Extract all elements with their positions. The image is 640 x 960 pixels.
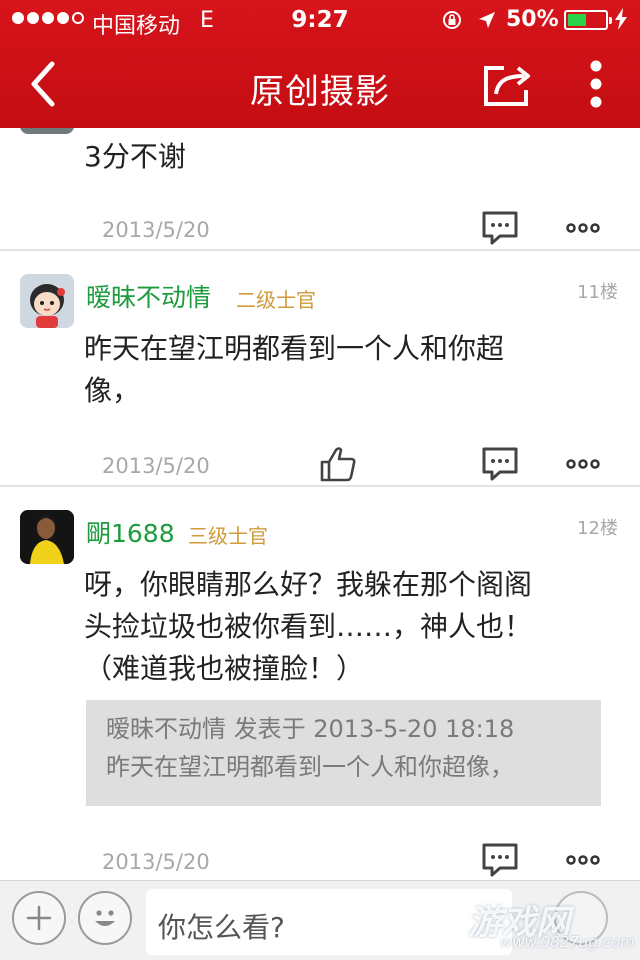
battery-icon xyxy=(564,10,612,30)
more-options-icon[interactable] xyxy=(578,54,614,114)
more-actions-icon[interactable] xyxy=(564,840,604,880)
comment-line: 像， xyxy=(84,374,141,407)
divider xyxy=(0,485,640,487)
comment-line: 头捡垃圾也被你看到……，神人也！ xyxy=(84,610,533,643)
battery-percent: 50% xyxy=(506,7,559,32)
divider xyxy=(0,249,640,251)
username[interactable]: 朙1688 xyxy=(86,514,175,550)
emoji-button[interactable] xyxy=(78,891,132,945)
quote-header: 暧昧不动情 发表于 2013-5-20 18:18 xyxy=(106,715,515,743)
plus-icon xyxy=(26,905,52,931)
floor-number: 12楼 xyxy=(577,518,618,539)
share-icon[interactable] xyxy=(480,58,536,110)
more-actions-icon[interactable] xyxy=(564,208,604,248)
charging-bolt-icon xyxy=(615,8,627,30)
comment-text: 呀，你眼睛那么好？我躲在那个阁阁 头捡垃圾也被你看到……，神人也！ （难道我也被… xyxy=(84,564,532,690)
reply-comment-icon[interactable] xyxy=(480,840,520,880)
username[interactable]: 暧昧不动情 xyxy=(86,278,211,314)
comment-line: 昨天在望江明都看到一个人和你超 xyxy=(84,332,505,365)
comment-date: 2013/5/20 xyxy=(102,850,210,874)
quote-text: 昨天在望江明都看到一个人和你超像， xyxy=(106,753,514,781)
comment-feed[interactable]: 3分不谢 2013/5/20 暧昧不动情 二级士官 11楼 昨天在望江明都看到一… xyxy=(0,128,640,880)
like-thumbs-up-icon[interactable] xyxy=(318,444,358,484)
avatar[interactable] xyxy=(20,128,74,134)
comment-input[interactable]: 你怎么看? xyxy=(146,889,512,955)
page-title: 原创摄影 xyxy=(250,72,390,112)
cartoon-avatar-icon xyxy=(20,274,74,328)
watermark-url: www.0827ug.com xyxy=(500,933,635,951)
avatar[interactable] xyxy=(20,510,74,564)
comment-date: 2013/5/20 xyxy=(102,454,210,478)
avatar[interactable] xyxy=(20,274,74,328)
comment-text: 昨天在望江明都看到一个人和你超 像， xyxy=(84,328,504,412)
rank-badge: 二级士官 xyxy=(236,288,316,312)
more-actions-icon[interactable] xyxy=(564,444,604,484)
reply-comment-icon[interactable] xyxy=(480,444,520,484)
rank-badge: 三级士官 xyxy=(188,524,268,548)
quoted-reply: 暧昧不动情 发表于 2013-5-20 18:18 昨天在望江明都看到一个人和你… xyxy=(86,700,601,806)
rotation-lock-icon xyxy=(443,11,461,29)
comment-line: 呀，你眼睛那么好？我躲在那个阁阁 xyxy=(84,568,533,601)
photo-avatar-icon xyxy=(20,510,74,564)
status-bar: 中国移动 E 9:27 50% xyxy=(0,0,640,40)
comment-line: （难道我也被撞脸！） xyxy=(84,652,365,685)
comment-text: 3分不谢 xyxy=(84,140,186,173)
smiley-icon xyxy=(95,910,115,926)
location-arrow-icon xyxy=(479,12,495,28)
reply-comment-icon[interactable] xyxy=(480,208,520,248)
comment-composer: 你怎么看? 游戏网 www.0827ug.com xyxy=(0,880,640,960)
comment-date: 2013/5/20 xyxy=(102,218,210,242)
add-attachment-button[interactable] xyxy=(12,891,66,945)
navigation-bar: 原创摄影 xyxy=(0,40,640,128)
top-bar: 中国移动 E 9:27 50% 原创摄影 xyxy=(0,0,640,128)
floor-number: 11楼 xyxy=(577,282,618,303)
